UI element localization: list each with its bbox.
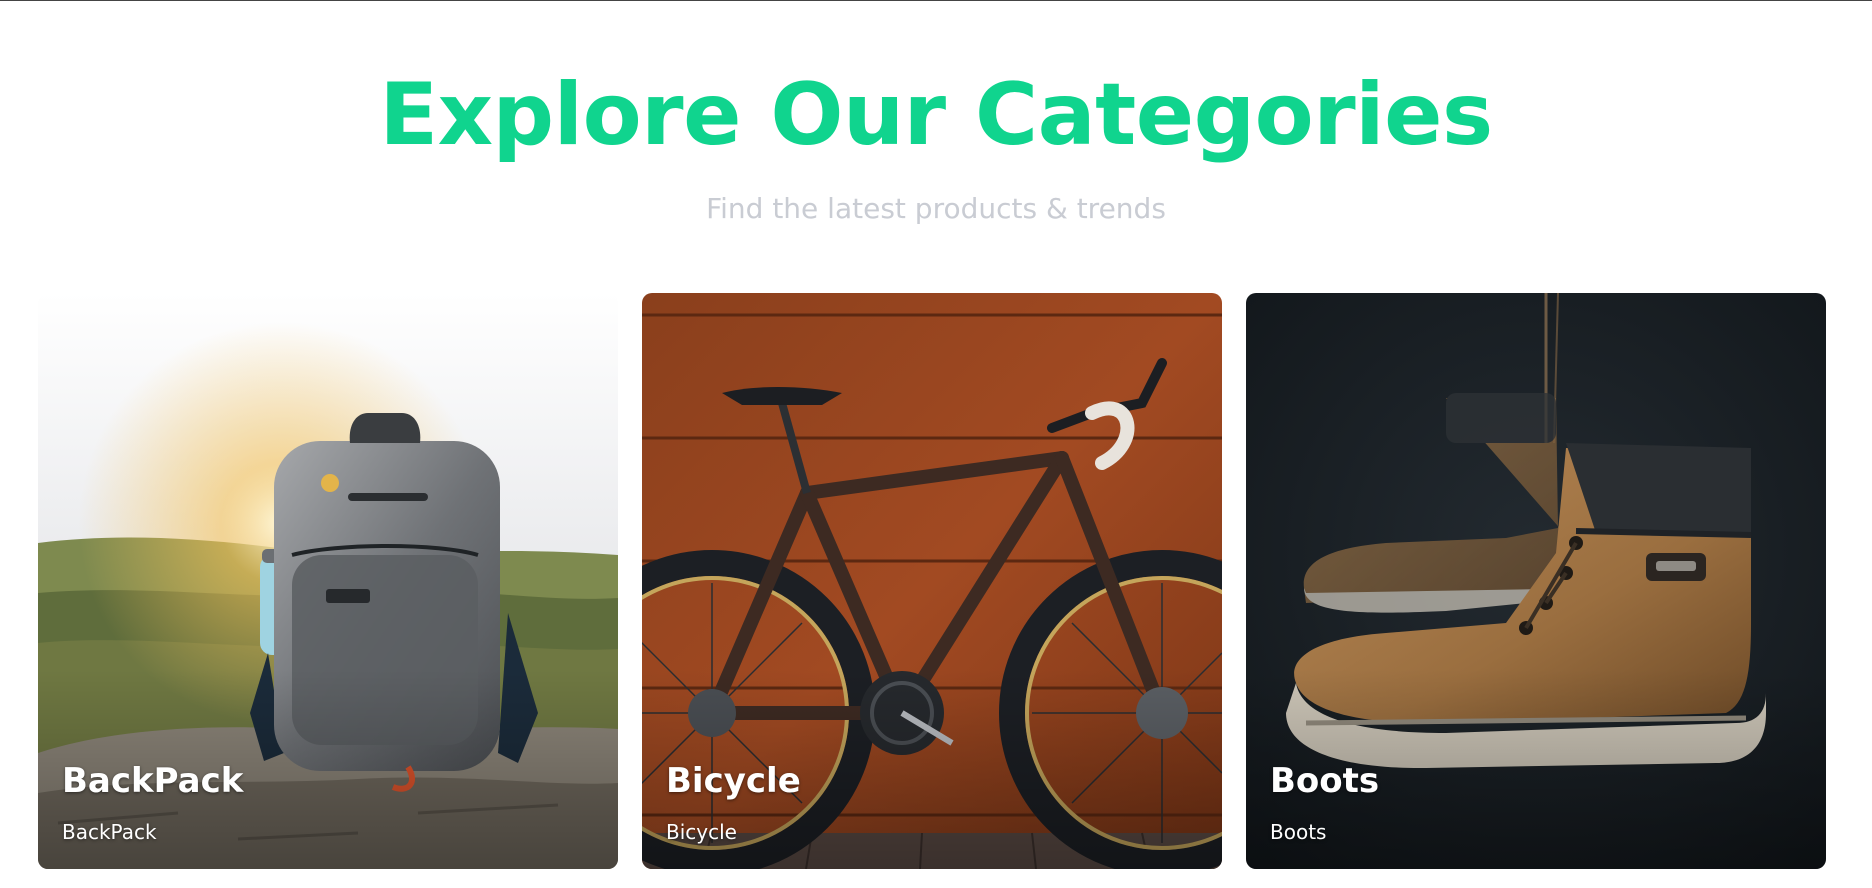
category-card-subtitle: Boots xyxy=(1270,820,1327,844)
page-title: Explore Our Categories xyxy=(379,65,1493,165)
category-card-backpack[interactable]: BackPack BackPack xyxy=(38,293,618,869)
category-card-subtitle: Bicycle xyxy=(666,820,737,844)
category-card-title: Bicycle xyxy=(666,761,801,801)
category-card-subtitle: BackPack xyxy=(62,820,157,844)
category-card-title: BackPack xyxy=(62,761,244,801)
category-grid: BackPack BackPack Bicycle Bicycle Boots … xyxy=(38,293,1828,869)
page: Explore Our Categories Find the latest p… xyxy=(0,0,1872,888)
category-card-boots[interactable]: Boots Boots xyxy=(1246,293,1826,869)
page-subtitle: Find the latest products & trends xyxy=(706,192,1166,225)
category-card-bicycle[interactable]: Bicycle Bicycle xyxy=(642,293,1222,869)
hero-section: Explore Our Categories Find the latest p… xyxy=(0,63,1872,227)
category-card-title: Boots xyxy=(1270,761,1380,801)
